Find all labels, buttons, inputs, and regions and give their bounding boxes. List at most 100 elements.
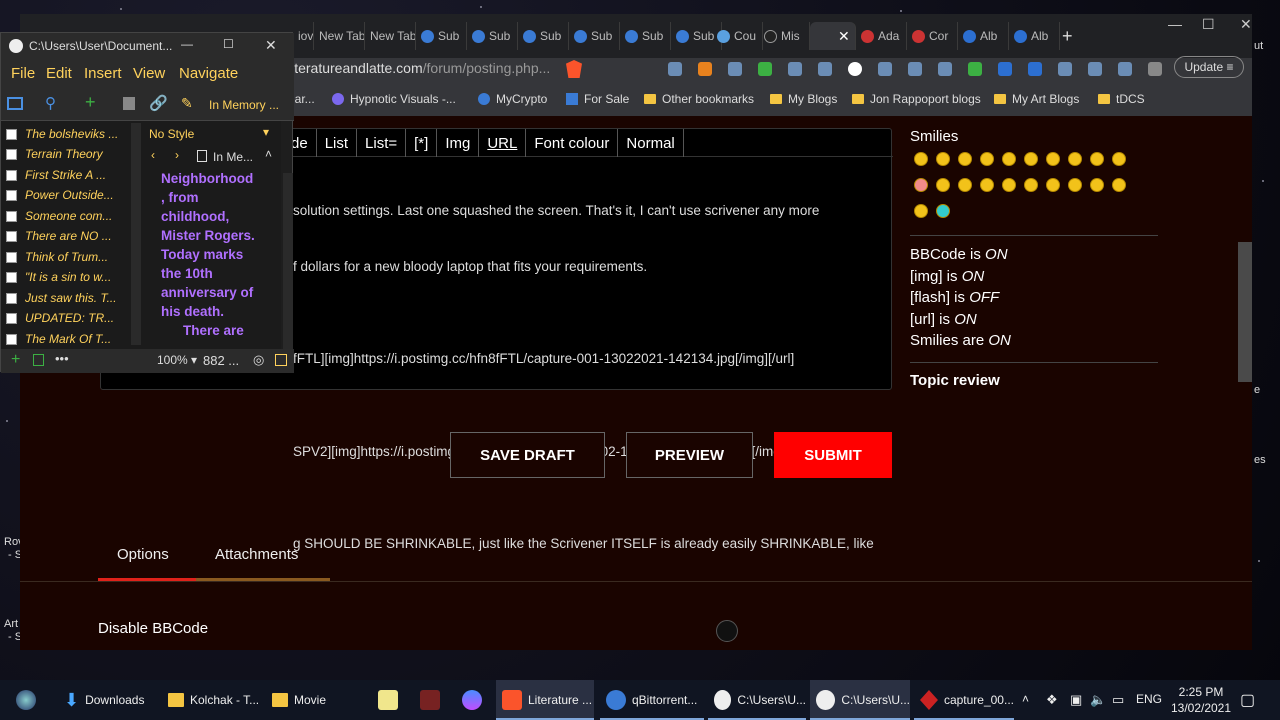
minimize-icon[interactable]: —	[1168, 16, 1182, 32]
smiley-icon[interactable]	[936, 152, 950, 166]
extension-icon[interactable]	[968, 62, 982, 76]
puzzle-icon[interactable]	[1148, 62, 1162, 76]
taskbar-clock[interactable]: 2:25 PM 13/02/2021	[1166, 684, 1236, 716]
close-window-icon[interactable]: ✕	[265, 37, 277, 54]
taskbar-item-app[interactable]	[414, 680, 446, 720]
taskbar-item-scrivener[interactable]: C:\Users\U...	[708, 680, 806, 720]
smiley-icon[interactable]	[936, 204, 950, 218]
disable-bbcode-option[interactable]: Disable BBCode	[98, 620, 208, 637]
browser-tab[interactable]: Sub	[621, 22, 671, 50]
add-icon[interactable]: +	[85, 92, 96, 113]
menu-view[interactable]: View	[133, 65, 165, 82]
toolbar-url-button[interactable]: URL	[479, 129, 527, 157]
taskbar-item-qbittorrent[interactable]: qBittorrent...	[600, 680, 704, 720]
browser-tab[interactable]: Sub	[519, 22, 569, 50]
message-textarea[interactable]: solution settings. Last one squashed the…	[293, 165, 883, 591]
add-folder-icon[interactable]	[33, 354, 44, 366]
browser-tab-active[interactable]: ✕	[810, 22, 856, 50]
binder-item[interactable]: Power Outside...	[25, 188, 125, 202]
back-icon[interactable]: ‹	[151, 148, 155, 162]
browser-tab[interactable]: Alb	[959, 22, 1009, 50]
page-scrollbar[interactable]	[1238, 242, 1252, 382]
maximize-icon[interactable]: ☐	[223, 37, 234, 51]
extension-icon[interactable]	[1058, 62, 1072, 76]
smiley-icon[interactable]	[1090, 152, 1104, 166]
binder-item[interactable]: The Mark Of T...	[25, 332, 125, 346]
block-icon[interactable]	[848, 62, 862, 76]
binder-item[interactable]: UPDATED: TR...	[25, 311, 125, 325]
browser-tab[interactable]: New Tab	[366, 22, 416, 50]
maximize-icon[interactable]: ☐	[1202, 16, 1215, 33]
browser-tab[interactable]: Sub	[468, 22, 518, 50]
smiley-icon[interactable]	[1002, 152, 1016, 166]
binder-toggle-icon[interactable]	[7, 97, 23, 110]
smiley-icon[interactable]	[1112, 152, 1126, 166]
smiley-icon[interactable]	[980, 178, 994, 192]
browser-tab[interactable]: Ada	[857, 22, 907, 50]
preview-button[interactable]: PREVIEW	[626, 432, 753, 478]
target-icon[interactable]: ◎	[253, 352, 264, 368]
submit-button[interactable]: SUBMIT	[774, 432, 892, 478]
browser-tab[interactable]: Alb	[1010, 22, 1060, 50]
toolbar-list-numbered-button[interactable]: List=	[357, 129, 407, 157]
smiley-icon[interactable]	[1112, 178, 1126, 192]
document-editor[interactable]: Neighborhood , from childhood, Mister Ro…	[143, 167, 281, 349]
notes-icon[interactable]	[275, 354, 287, 366]
smiley-icon[interactable]	[980, 152, 994, 166]
translate-icon[interactable]	[878, 62, 892, 76]
smiley-icon[interactable]	[958, 178, 972, 192]
language-indicator[interactable]: ENG	[1136, 692, 1162, 706]
chevron-up-icon[interactable]: ˄	[265, 147, 272, 161]
taskbar-item-downloads[interactable]: ⬇ Downloads	[60, 680, 156, 720]
binder-item[interactable]: "It is a sin to w...	[25, 270, 125, 284]
extension-icon[interactable]	[1028, 62, 1042, 76]
smiley-icon[interactable]	[936, 178, 950, 192]
extension-icon[interactable]	[1118, 62, 1132, 76]
close-window-icon[interactable]: ✕	[1240, 16, 1252, 33]
save-draft-button[interactable]: SAVE DRAFT	[450, 432, 605, 478]
edit-icon[interactable]: ✎	[181, 95, 193, 112]
style-select[interactable]: No Style ▾	[143, 121, 281, 145]
tab-options[interactable]: Options	[117, 546, 169, 563]
minimize-icon[interactable]: —	[181, 37, 193, 51]
extension-icon[interactable]	[728, 62, 742, 76]
binder-scrollbar[interactable]	[131, 123, 141, 345]
taskbar-item-scrivener[interactable]: C:\Users\U...	[810, 680, 910, 720]
bookmark-folder[interactable]: My Art Blogs	[994, 92, 1079, 106]
binder-item[interactable]: The bolsheviks ...	[25, 127, 125, 141]
bookmark[interactable]: MyCrypto	[478, 92, 547, 106]
smiley-icon[interactable]	[1090, 178, 1104, 192]
extension-icon[interactable]	[1088, 62, 1102, 76]
bookmark[interactable]: iar...	[292, 92, 315, 106]
add-icon[interactable]: +	[11, 351, 20, 369]
forward-icon[interactable]: ›	[175, 148, 179, 162]
toolbar-img-button[interactable]: Img	[437, 129, 480, 157]
menu-edit[interactable]: Edit	[46, 65, 72, 82]
menu-lines-icon[interactable]	[938, 62, 952, 76]
start-button[interactable]	[8, 680, 44, 720]
extension-icon[interactable]	[908, 62, 922, 76]
toolbar-font-colour-button[interactable]: Font colour	[526, 129, 619, 157]
camera-icon[interactable]	[668, 62, 682, 76]
taskbar-item-browser[interactable]: Literature ...	[496, 680, 594, 720]
toolbar-list-button[interactable]: List	[317, 129, 358, 157]
bookmark-folder[interactable]: My Blogs	[770, 92, 837, 106]
trash-icon[interactable]	[123, 97, 135, 110]
metamask-icon[interactable]	[698, 62, 712, 76]
binder-item[interactable]: Think of Trum...	[25, 250, 125, 264]
taskbar-item-messenger[interactable]	[456, 680, 488, 720]
topic-review-link[interactable]: Topic review	[910, 372, 1000, 389]
editor-scrollbar[interactable]	[283, 173, 293, 349]
close-tab-icon[interactable]: ✕	[838, 28, 850, 45]
smiley-icon[interactable]	[958, 152, 972, 166]
network-icon[interactable]: ▣	[1070, 692, 1082, 708]
bookmark[interactable]: Hypnotic Visuals -...	[332, 92, 456, 106]
browser-tab[interactable]: Cor	[908, 22, 958, 50]
zoom-select[interactable]: 100% ▾	[157, 353, 197, 367]
brave-shield-icon[interactable]	[566, 60, 582, 78]
binder-item[interactable]: There are NO ...	[25, 229, 125, 243]
browser-tab[interactable]: iov	[294, 22, 314, 50]
binder-item[interactable]: Someone com...	[25, 209, 125, 223]
browser-tab[interactable]: Sub	[570, 22, 620, 50]
link-icon[interactable]: 🔗	[149, 94, 168, 112]
